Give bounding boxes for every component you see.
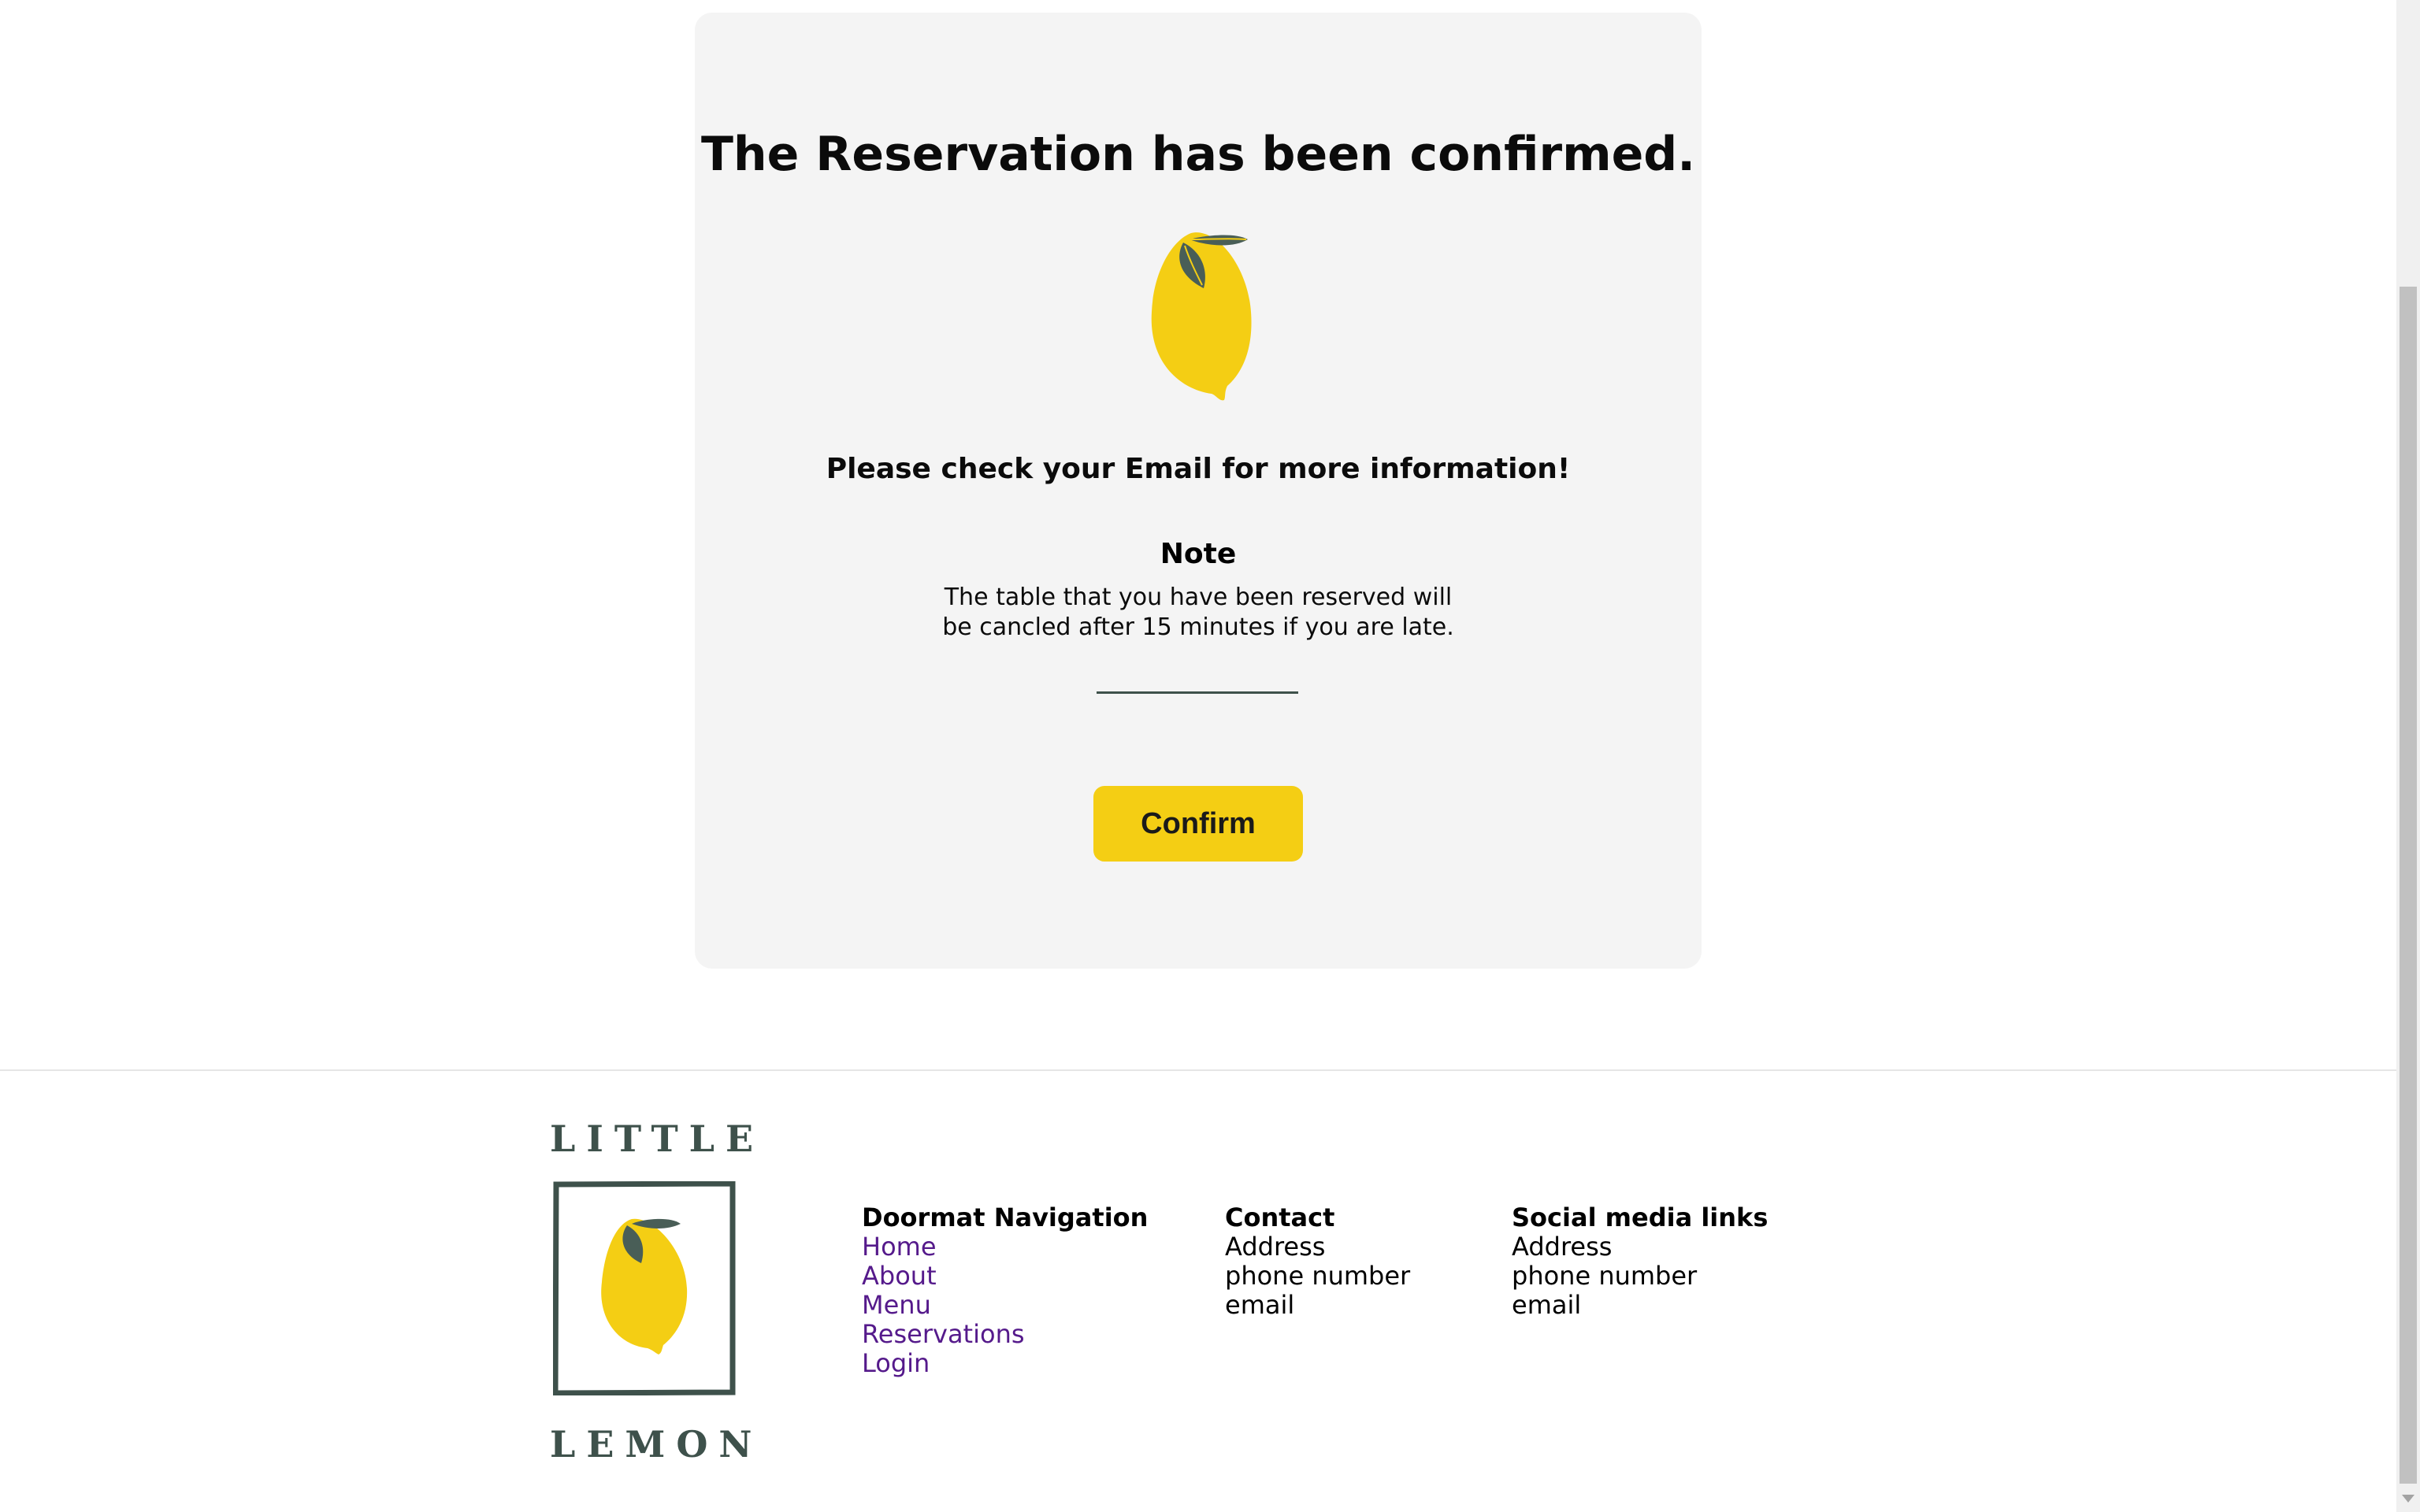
contact-address: Address bbox=[1225, 1232, 1326, 1262]
footer-logo[interactable]: LITTLE LEMON bbox=[550, 1117, 765, 1466]
scrollbar-thumb[interactable] bbox=[2400, 287, 2417, 1484]
logo-word-lemon: LEMON bbox=[550, 1423, 763, 1466]
doormat-navigation: Doormat Navigation Home About Menu Reser… bbox=[862, 1203, 1148, 1378]
social-media-heading: Social media links bbox=[1512, 1203, 1769, 1232]
scroll-down-arrow-icon[interactable] bbox=[2402, 1495, 2414, 1503]
contact-email: email bbox=[1225, 1290, 1295, 1320]
confirm-button[interactable]: Confirm bbox=[1093, 786, 1303, 862]
nav-item-reservations: Reservations bbox=[862, 1320, 1148, 1349]
nav-link-menu[interactable]: Menu bbox=[862, 1290, 931, 1320]
logo-lemon-icon bbox=[553, 1181, 736, 1395]
lemon-icon bbox=[1151, 232, 1252, 401]
confirmation-title: The Reservation has been confirmed. bbox=[700, 127, 1696, 182]
social-media-section: Social media links Address phone number … bbox=[1512, 1203, 1768, 1320]
email-notice: Please check your Email for more informa… bbox=[826, 453, 1571, 485]
confirmation-card: The Reservation has been confirmed. Plea… bbox=[695, 13, 1702, 969]
nav-item-login: Login bbox=[862, 1349, 1148, 1378]
social-address: Address bbox=[1512, 1232, 1613, 1262]
nav-link-reservations[interactable]: Reservations bbox=[862, 1319, 1025, 1349]
footer-divider bbox=[0, 1069, 2396, 1071]
nav-item-home: Home bbox=[862, 1232, 1148, 1262]
contact-section: Contact Address phone number email bbox=[1225, 1203, 1410, 1320]
divider bbox=[1097, 691, 1298, 694]
social-media-list: Address phone number email bbox=[1512, 1232, 1768, 1320]
contact-phone: phone number bbox=[1225, 1261, 1411, 1291]
contact-heading: Contact bbox=[1225, 1203, 1335, 1232]
note-heading: Note bbox=[1160, 538, 1237, 570]
nav-link-home[interactable]: Home bbox=[862, 1232, 937, 1262]
nav-item-menu: Menu bbox=[862, 1291, 1148, 1320]
nav-item-about: About bbox=[862, 1262, 1148, 1291]
vertical-scrollbar[interactable] bbox=[2396, 0, 2420, 1512]
social-phone: phone number bbox=[1512, 1261, 1698, 1291]
logo-word-little: LITTLE bbox=[550, 1117, 765, 1160]
note-text: The table that you have been reserved wi… bbox=[942, 584, 1454, 641]
doormat-navigation-heading: Doormat Navigation bbox=[862, 1203, 1149, 1232]
doormat-navigation-list: Home About Menu Reservations Login bbox=[862, 1232, 1148, 1378]
nav-link-login[interactable]: Login bbox=[862, 1348, 930, 1378]
nav-link-about[interactable]: About bbox=[862, 1261, 937, 1291]
social-email: email bbox=[1512, 1290, 1582, 1320]
contact-list: Address phone number email bbox=[1225, 1232, 1410, 1320]
